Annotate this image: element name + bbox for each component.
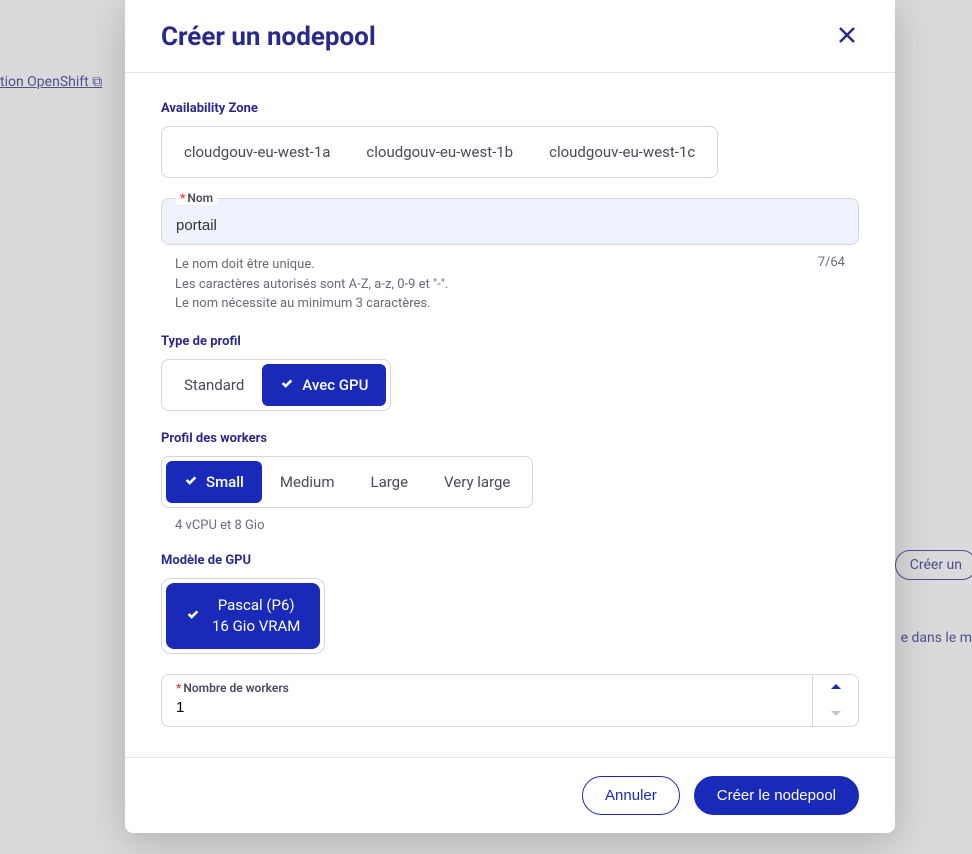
profile-gpu[interactable]: Avec GPU: [262, 364, 386, 406]
name-label: *Nom: [176, 191, 217, 205]
worker-profile-label: Profil des workers: [161, 431, 859, 446]
workers-count-field: *Nombre de workers: [161, 674, 859, 727]
gpu-name: Pascal (P6): [212, 595, 300, 616]
modal-footer: Annuler Créer le nodepool: [125, 757, 895, 833]
stepper-up-icon[interactable]: [813, 675, 858, 701]
profile-type-options: Standard Avec GPU: [161, 359, 391, 411]
az-option-1b[interactable]: cloudgouv-eu-west-1b: [348, 131, 531, 173]
profile-type-field: Type de profil Standard Avec GPU: [161, 334, 859, 411]
worker-profile-options: Small Medium Large Very large: [161, 456, 533, 508]
name-counter: 7/64: [818, 255, 845, 314]
az-label: Availability Zone: [161, 101, 859, 116]
az-options: cloudgouv-eu-west-1a cloudgouv-eu-west-1…: [161, 126, 718, 178]
modal-header: Créer un nodepool: [125, 0, 895, 73]
workers-label: *Nombre de workers: [176, 681, 289, 695]
gpu-vram: 16 Gio VRAM: [212, 616, 300, 637]
check-icon: [280, 376, 294, 394]
workers-stepper: *Nombre de workers: [161, 674, 859, 727]
worker-very-large[interactable]: Very large: [426, 461, 528, 503]
worker-large[interactable]: Large: [352, 461, 426, 503]
worker-small[interactable]: Small: [166, 461, 262, 503]
gpu-model-field: Modèle de GPU Pascal (P6) 16 Gio VRAM: [161, 553, 859, 654]
gpu-card[interactable]: Pascal (P6) 16 Gio VRAM: [161, 578, 325, 654]
availability-zone-field: Availability Zone cloudgouv-eu-west-1a c…: [161, 101, 859, 178]
stepper-down-icon[interactable]: [813, 700, 858, 726]
profile-type-label: Type de profil: [161, 334, 859, 349]
profile-standard[interactable]: Standard: [166, 364, 262, 406]
modal-title: Créer un nodepool: [161, 22, 376, 52]
name-field: *Nom Le nom doit être unique. Les caract…: [161, 198, 859, 314]
az-option-1a[interactable]: cloudgouv-eu-west-1a: [166, 131, 348, 173]
worker-medium[interactable]: Medium: [262, 461, 353, 503]
submit-button[interactable]: Créer le nodepool: [694, 776, 859, 815]
worker-profile-field: Profil des workers Small Medium Large Ve…: [161, 431, 859, 533]
name-input[interactable]: [176, 217, 844, 234]
close-icon[interactable]: [835, 23, 859, 51]
check-icon: [186, 606, 200, 625]
cancel-button[interactable]: Annuler: [582, 776, 680, 815]
create-nodepool-modal: Créer un nodepool Availability Zone clou…: [125, 0, 895, 833]
name-input-wrap: *Nom: [161, 198, 859, 245]
check-icon: [184, 473, 198, 491]
az-option-1c[interactable]: cloudgouv-eu-west-1c: [531, 131, 713, 173]
worker-helper: 4 vCPU et 8 Gio: [161, 518, 859, 533]
gpu-label: Modèle de GPU: [161, 553, 859, 568]
modal-body: Availability Zone cloudgouv-eu-west-1a c…: [125, 73, 895, 757]
name-helper: Le nom doit être unique. Les caractères …: [175, 255, 448, 314]
